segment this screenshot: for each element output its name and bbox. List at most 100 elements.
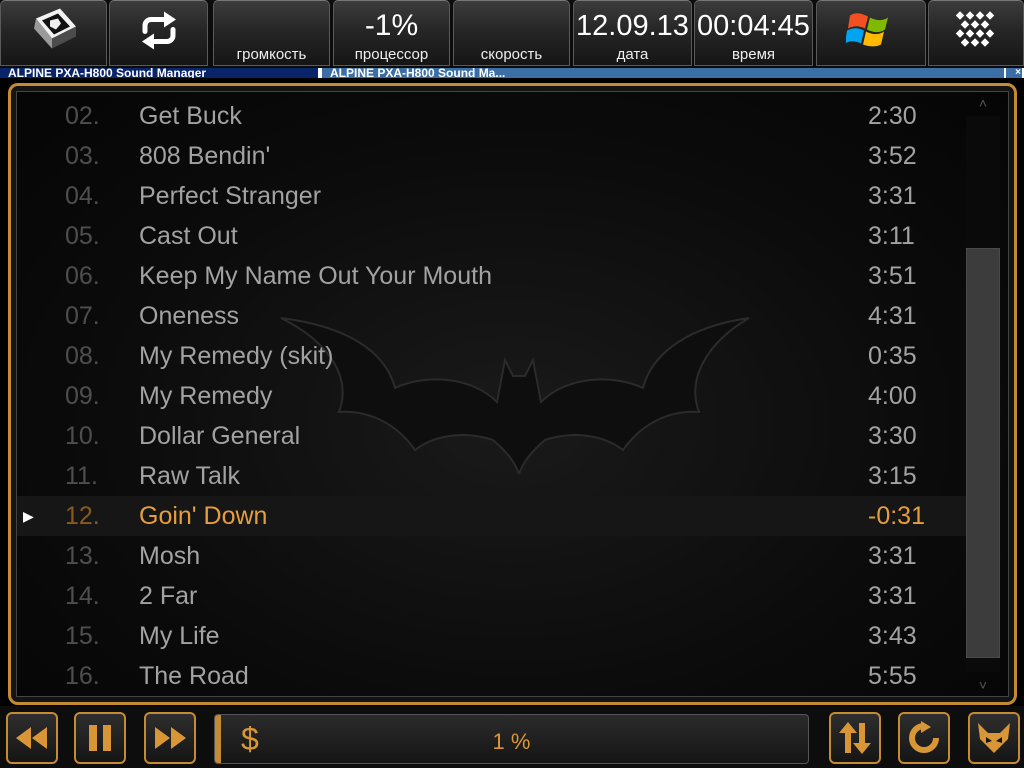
track-row[interactable]: 03. 808 Bendin' 3:52: [17, 136, 973, 176]
track-number: 02.: [65, 102, 100, 130]
repeat-button[interactable]: [898, 712, 950, 764]
track-row[interactable]: 16. The Road 5:55: [17, 656, 973, 696]
track-row-playing[interactable]: ▶ 12. Goin' Down -0:31: [17, 496, 973, 536]
track-title: Oneness: [139, 302, 240, 330]
track-title: Get Buck: [139, 102, 242, 130]
track-duration: 5:55: [868, 662, 917, 690]
track-number: 14.: [65, 582, 100, 610]
pause-button[interactable]: [74, 712, 126, 764]
track-title: My Remedy: [139, 382, 273, 410]
window-tab-1[interactable]: ALPINE PXA-H800 Sound Manager: [0, 68, 318, 78]
date-value: 12.09.13: [576, 10, 689, 42]
fast-forward-icon: [155, 727, 186, 749]
next-button[interactable]: [144, 712, 196, 764]
track-duration: 0:35: [868, 342, 917, 370]
track-row[interactable]: 11. Raw Talk 3:15: [17, 456, 973, 496]
playlist-scrollbar[interactable]: ˄ ˅: [966, 94, 1000, 694]
now-playing-icon: ▶: [23, 508, 34, 524]
track-title: The Road: [139, 662, 249, 690]
cpu-label: процессор: [354, 46, 429, 63]
track-duration: 3:31: [868, 582, 917, 610]
grid-menu-icon: [953, 8, 999, 59]
speed-label: скорость: [480, 46, 543, 63]
track-title: 2 Far: [139, 582, 198, 610]
playlist-area: 02. Get Buck 2:30 03. 808 Bendin' 3:52 04. Perf…: [16, 91, 1009, 697]
track-row[interactable]: 09. My Remedy 4:00: [17, 376, 973, 416]
track-title: My Life: [139, 622, 220, 650]
cpu-value: -1%: [364, 9, 419, 42]
track-row[interactable]: 10. Dollar General 3:30: [17, 416, 973, 456]
window-title-strip: ALPINE PXA-H800 Sound Manager ALPINE PXA…: [0, 68, 1024, 78]
track-number: 16.: [65, 662, 100, 690]
top-status-bar: громкость -1% процессор скорость 12.09.1…: [0, 0, 1024, 68]
speed-indicator: скорость: [453, 0, 570, 66]
track-duration: 3:30: [868, 422, 917, 450]
track-title: Perfect Stranger: [139, 182, 322, 210]
scroll-up-icon[interactable]: ˄: [966, 94, 1000, 112]
time-indicator: 00:04:45 время: [694, 0, 813, 66]
pause-icon: [89, 725, 111, 751]
track-number: 11.: [65, 462, 98, 490]
track-number: 15.: [65, 622, 100, 650]
volume-label: громкость: [236, 46, 307, 63]
track-title: Cast Out: [139, 222, 238, 250]
track-title: 808 Bendin': [139, 142, 271, 170]
track-row[interactable]: 15. My Life 3:43: [17, 616, 973, 656]
track-title: My Remedy (skit): [139, 342, 334, 370]
menu-grid-button[interactable]: [928, 0, 1024, 66]
track-number: 07.: [65, 302, 100, 330]
rewind-icon: [16, 727, 47, 749]
switch-arrows-icon: [136, 10, 182, 57]
fox-logo-icon: [978, 723, 1010, 753]
track-title: Keep My Name Out Your Mouth: [139, 262, 492, 290]
scroll-track[interactable]: [966, 116, 1000, 672]
track-row[interactable]: 07. Oneness 4:31: [17, 296, 973, 336]
windows-button[interactable]: [816, 0, 926, 66]
track-number: 04.: [65, 182, 100, 210]
track-row[interactable]: 13. Mosh 3:31: [17, 536, 973, 576]
playback-progress-bar[interactable]: $ 1 %: [214, 714, 809, 764]
date-label: дата: [616, 46, 649, 63]
track-duration: 3:43: [868, 622, 917, 650]
track-number: 09.: [65, 382, 100, 410]
track-duration: 3:11: [868, 222, 915, 250]
track-number: 05.: [65, 222, 100, 250]
player-controls: $ 1 %: [0, 706, 1024, 768]
track-duration: 3:51: [868, 262, 917, 290]
date-indicator: 12.09.13 дата: [573, 0, 692, 66]
track-row[interactable]: 08. My Remedy (skit) 0:35: [17, 336, 973, 376]
volume-indicator[interactable]: громкость: [213, 0, 330, 66]
track-title: Goin' Down: [139, 502, 268, 530]
progress-percent: 1 %: [492, 729, 531, 754]
repeat-icon: [909, 721, 939, 753]
track-title: Mosh: [139, 542, 201, 570]
track-number: 03.: [65, 142, 100, 170]
windows-logo-icon: [845, 8, 896, 59]
playlist-panel: 02. Get Buck 2:30 03. 808 Bendin' 3:52 04. Perf…: [8, 83, 1017, 705]
track-row[interactable]: 14. 2 Far 3:31: [17, 576, 973, 616]
menu-button[interactable]: [968, 712, 1020, 764]
track-title: Raw Talk: [139, 462, 240, 490]
track-row[interactable]: 02. Get Buck 2:30: [17, 96, 973, 136]
track-duration: 4:00: [868, 382, 917, 410]
track-row[interactable]: 05. Cast Out 3:11: [17, 216, 973, 256]
scroll-thumb[interactable]: [966, 248, 1000, 658]
track-row[interactable]: 06. Keep My Name Out Your Mouth 3:51: [17, 256, 973, 296]
track-duration: -0:31: [868, 502, 925, 530]
track-row[interactable]: 04. Perfect Stranger 3:31: [17, 176, 973, 216]
window-tab-2[interactable]: ALPINE PXA-H800 Sound Ma...: [322, 68, 1004, 78]
sort-button[interactable]: [829, 712, 881, 764]
track-duration: 3:15: [868, 462, 917, 490]
track-duration: 4:31: [868, 302, 917, 330]
keyboard-button[interactable]: [0, 0, 107, 66]
previous-button[interactable]: [6, 712, 58, 764]
switch-button[interactable]: [109, 0, 208, 66]
close-icon[interactable]: ×: [1006, 68, 1022, 78]
cpu-indicator: -1% процессор: [333, 0, 450, 66]
track-duration: 3:31: [868, 542, 917, 570]
scroll-down-icon[interactable]: ˅: [966, 676, 1000, 694]
keyboard-key-icon: [26, 5, 82, 62]
time-label: время: [731, 46, 776, 63]
time-value: 00:04:45: [697, 10, 810, 42]
track-number: 12.: [65, 502, 100, 530]
